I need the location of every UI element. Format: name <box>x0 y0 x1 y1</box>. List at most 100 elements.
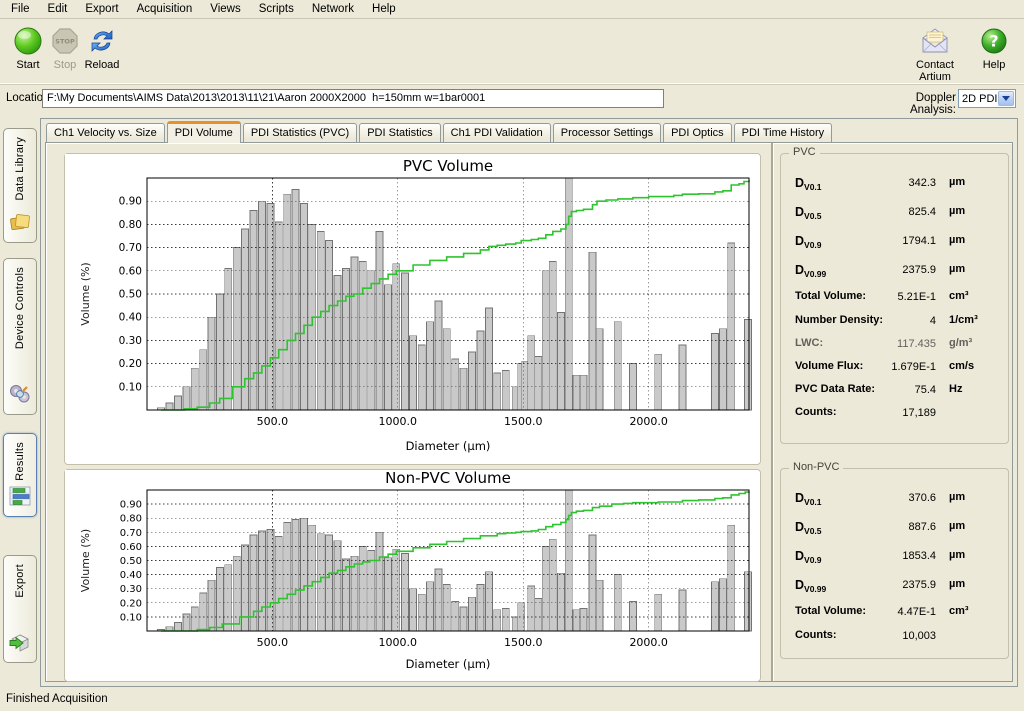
tab-pdi-statistics[interactable]: PDI Statistics <box>359 123 440 142</box>
menu-item-help[interactable]: Help <box>363 1 405 18</box>
svg-text:0.10: 0.10 <box>120 612 142 623</box>
svg-text:1500.0: 1500.0 <box>504 636 543 649</box>
stats-row-label: LWC: <box>795 337 823 349</box>
menu-bar: FileEditExportAcquisitionViewsScriptsNet… <box>0 0 1024 19</box>
svg-text:0.50: 0.50 <box>120 556 142 567</box>
reload-button[interactable]: Reload <box>74 26 130 71</box>
menu-item-network[interactable]: Network <box>303 1 363 18</box>
tab-ch1-velocity-vs-size[interactable]: Ch1 Velocity vs. Size <box>46 123 165 142</box>
tab-processor-settings[interactable]: Processor Settings <box>553 123 661 142</box>
contact-artium-button[interactable]: Contact Artium <box>899 26 971 83</box>
stats-row-value: 1794.1 <box>902 235 936 247</box>
stats-row-value: 2375.9 <box>902 264 936 276</box>
doppler-analysis-select[interactable]: 2D PDI <box>958 89 1016 108</box>
svg-text:0.40: 0.40 <box>119 312 142 324</box>
tab-pdi-time-history[interactable]: PDI Time History <box>734 123 833 142</box>
stats-row: Counts:10,003 <box>781 629 1008 652</box>
stats-row: DV0.1 370.6 µm <box>781 491 1008 520</box>
stats-row-unit: µm <box>949 491 965 503</box>
stats-row: DV0.992375.9µm <box>781 263 1008 290</box>
svg-text:0.70: 0.70 <box>119 242 142 254</box>
svg-text:0.70: 0.70 <box>120 528 142 539</box>
doppler-analysis-label: Doppler Analysis: <box>868 92 956 116</box>
stats-row-unit: µm <box>949 205 965 217</box>
stats-row-label: DV0.99 <box>795 263 826 279</box>
stats-row-value: 825.4 <box>908 206 936 218</box>
stats-row-value: 117.435 <box>897 338 936 350</box>
menu-item-scripts[interactable]: Scripts <box>250 1 303 18</box>
pvc-volume-chart: 0.100.200.300.400.500.600.700.800.90500.… <box>65 154 758 462</box>
svg-text:0.80: 0.80 <box>119 219 142 231</box>
status-bar: Finished Acquisition <box>0 689 1024 711</box>
stats-row-value: 342.3 <box>908 177 936 189</box>
svg-text:?: ? <box>989 32 998 51</box>
menu-item-acquisition[interactable]: Acquisition <box>128 1 202 18</box>
menu-item-export[interactable]: Export <box>76 1 127 18</box>
stats-row-label: DV0.1 <box>795 491 822 507</box>
stats-row-value: 4.47E-1 <box>897 606 936 618</box>
stats-row: Total Volume: 4.47E-1 cm³ <box>781 605 1008 629</box>
stats-row-label: Number Density: <box>795 314 883 326</box>
svg-text:Diameter (µm): Diameter (µm) <box>406 439 491 453</box>
sidebar-item-data-library[interactable]: Data Library <box>3 128 37 243</box>
gears-icon <box>8 383 32 408</box>
stats-row: DV0.5825.4µm <box>781 205 1008 234</box>
stats-row-label: Total Volume: <box>795 290 866 302</box>
export-icon <box>8 631 32 656</box>
svg-text:0.90: 0.90 <box>119 196 142 208</box>
menu-item-views[interactable]: Views <box>201 1 249 18</box>
stats-row-value: 370.6 <box>908 492 936 504</box>
stats-row-label: Counts: <box>795 406 837 418</box>
stats-row: Number Density:41/cm³ <box>781 314 1008 337</box>
stats-row-unit: cm³ <box>949 290 969 302</box>
sidebar-item-results[interactable]: Results <box>3 433 37 517</box>
stats-row-label: Volume Flux: <box>795 360 863 372</box>
svg-text:500.0: 500.0 <box>257 415 289 428</box>
status-text: Finished Acquisition <box>6 693 108 705</box>
svg-text:1500.0: 1500.0 <box>504 415 543 428</box>
chevron-down-icon[interactable] <box>998 91 1014 106</box>
stats-row-unit: g/m³ <box>949 337 972 349</box>
svg-text:500.0: 500.0 <box>257 636 289 649</box>
stats-row-label: Total Volume: <box>795 605 866 617</box>
stats-row: Volume Flux:1.679E-1cm/s <box>781 360 1008 383</box>
stats-row-value: 5.21E-1 <box>897 291 936 303</box>
menu-item-file[interactable]: File <box>2 1 39 18</box>
tab-pdi-statistics-pvc-[interactable]: PDI Statistics (PVC) <box>243 123 357 142</box>
stats-row-value: 17,189 <box>902 407 936 419</box>
pvc-stats-rows: DV0.1342.3µmDV0.5825.4µmDV0.91794.1µmDV0… <box>781 176 1008 429</box>
envelope-icon <box>918 26 952 56</box>
svg-text:0.40: 0.40 <box>120 570 142 581</box>
svg-text:0.30: 0.30 <box>120 584 142 595</box>
tab-ch1-pdi-validation[interactable]: Ch1 PDI Validation <box>443 123 551 142</box>
stats-row-unit: Hz <box>949 383 962 395</box>
nonpvc-stats-rows: DV0.1370.6µmDV0.5887.6µmDV0.91853.4µmDV0… <box>781 491 1008 652</box>
contact-artium-label: Contact Artium <box>899 59 971 83</box>
svg-text:Diameter (µm): Diameter (µm) <box>406 657 491 671</box>
svg-text:0.20: 0.20 <box>119 358 142 370</box>
pvc-stats-panel: PVC DV0.1342.3µmDV0.5825.4µmDV0.91794.1µ… <box>780 153 1009 444</box>
sidebar-item-label: Export <box>14 564 26 598</box>
help-button[interactable]: ? Help <box>966 26 1022 71</box>
svg-text:2000.0: 2000.0 <box>629 636 668 649</box>
stats-row-value: 75.4 <box>915 384 936 396</box>
stats-row-unit: µm <box>949 176 965 188</box>
stats-row-unit: µm <box>949 578 965 590</box>
stats-row: Total Volume: 5.21E-1 cm³ <box>781 290 1008 314</box>
tab-pdi-optics[interactable]: PDI Optics <box>663 123 732 142</box>
sidebar-item-export[interactable]: Export <box>3 555 37 663</box>
stats-row-unit: cm³ <box>949 605 969 617</box>
stats-row-label: Counts: <box>795 629 837 641</box>
tab-pdi-volume[interactable]: PDI Volume <box>167 121 241 143</box>
svg-text:1000.0: 1000.0 <box>379 415 418 428</box>
menu-item-edit[interactable]: Edit <box>39 1 77 18</box>
svg-text:STOP: STOP <box>55 38 75 46</box>
sidebar-item-device-controls[interactable]: Device Controls <box>3 258 37 415</box>
barchart-icon <box>8 485 32 510</box>
stats-row-label: PVC Data Rate: <box>795 383 875 395</box>
toolbar: Start STOP Stop Reload Contact Artium <box>0 20 1024 85</box>
stats-row: DV0.5887.6µm <box>781 520 1008 549</box>
stats-row-value: 2375.9 <box>902 579 936 591</box>
pane-divider[interactable] <box>771 143 773 681</box>
location-input[interactable]: F:\My Documents\AIMS Data\2013\2013\11\2… <box>42 89 664 108</box>
